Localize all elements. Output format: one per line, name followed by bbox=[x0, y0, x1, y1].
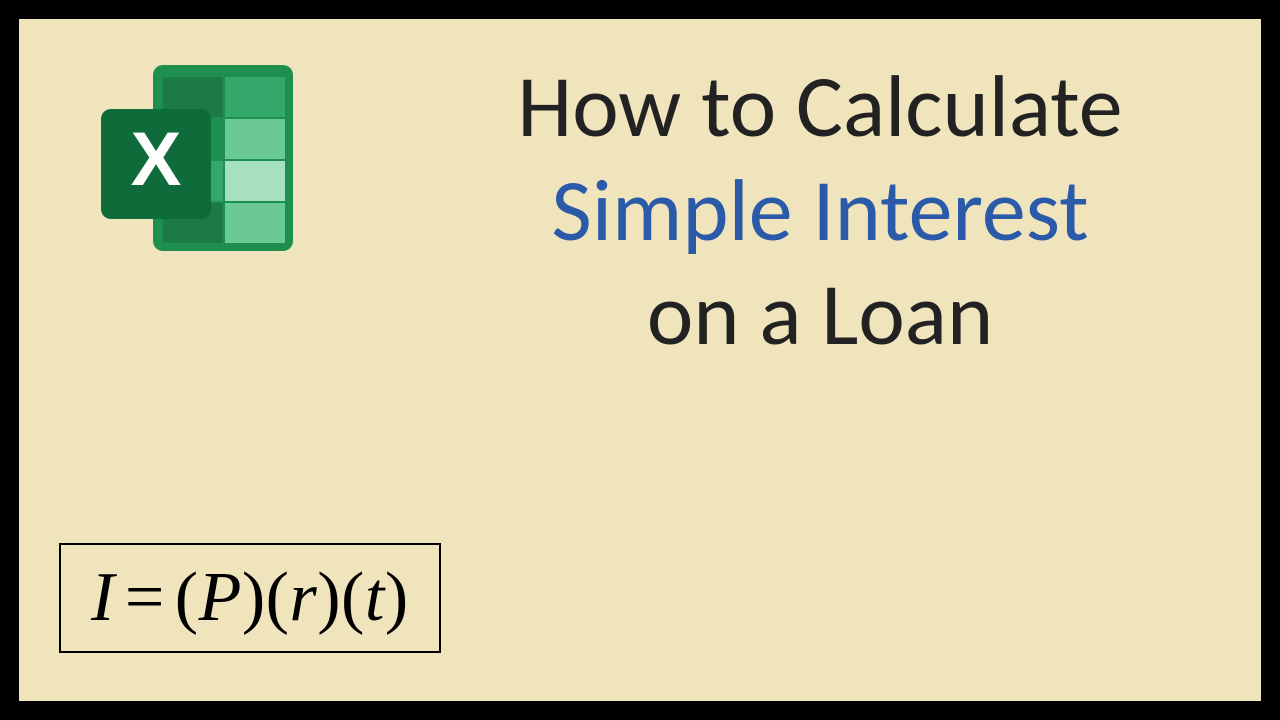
slide-frame: X How to Calculate Simple Interest on a … bbox=[17, 17, 1263, 703]
formula-lhs: I bbox=[91, 559, 115, 636]
formula-term-r: r bbox=[290, 559, 318, 636]
formula-term-t: t bbox=[365, 559, 385, 636]
formula-box: I=(P)(r)(t) bbox=[59, 543, 441, 653]
excel-icon: X bbox=[91, 57, 311, 272]
title-line-3: on a Loan bbox=[439, 263, 1201, 367]
title-line-2: Simple Interest bbox=[439, 159, 1201, 263]
svg-text:X: X bbox=[131, 117, 182, 202]
title-line-1: How to Calculate bbox=[439, 55, 1201, 159]
formula-equals: = bbox=[125, 559, 165, 636]
slide-title: How to Calculate Simple Interest on a Lo… bbox=[439, 55, 1201, 366]
formula-term-p: P bbox=[199, 559, 242, 636]
